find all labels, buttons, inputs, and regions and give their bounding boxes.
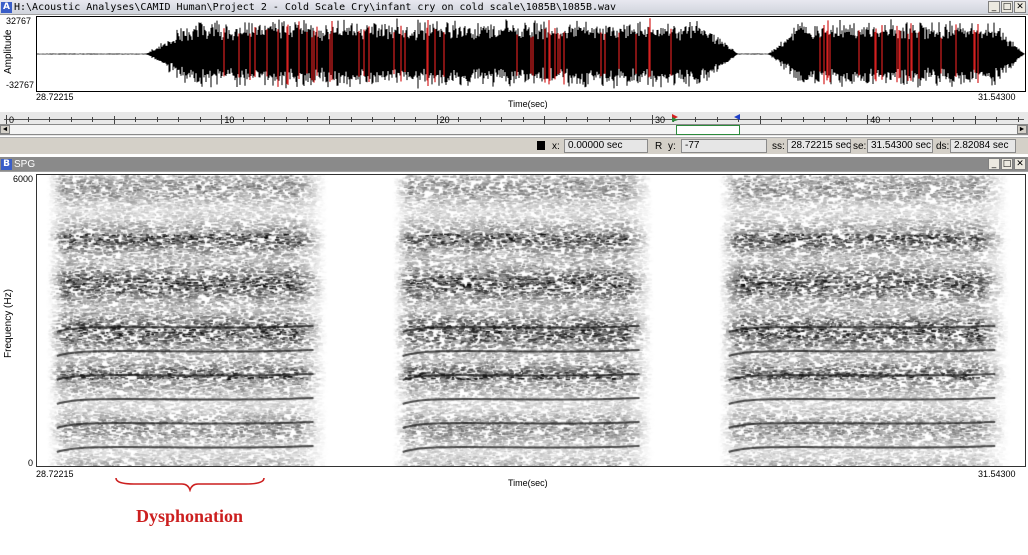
spectrogram-y-bottom: 0: [28, 458, 34, 468]
waveform-svg: [37, 18, 1025, 89]
r-label[interactable]: R: [655, 141, 662, 152]
x-value-field[interactable]: 0.00000 sec: [564, 139, 648, 153]
ss-value-field[interactable]: 28.72215 sec: [787, 139, 851, 153]
spectrogram-y-axis-label: Frequency (Hz): [3, 289, 14, 358]
waveform-y-top: 32767: [6, 16, 32, 26]
waveform-y-bottom: -32767: [6, 80, 35, 90]
spectrogram-x-axis-label: Time(sec): [508, 478, 548, 488]
scrollbar-thumb[interactable]: [676, 125, 740, 135]
selection-markers[interactable]: [0, 112, 1028, 124]
waveform-y-axis-label: Amplitude: [3, 29, 14, 74]
horizontal-scrollbar[interactable]: [0, 124, 1028, 135]
window-b-title: SPG: [14, 158, 36, 170]
se-value-field[interactable]: 31.54300 sec: [867, 139, 933, 153]
record-icon[interactable]: [537, 141, 545, 150]
spg-minimize-button[interactable]: _: [988, 158, 1000, 170]
x-label: x:: [552, 141, 560, 152]
spectrogram-y-top: 6000: [13, 174, 34, 184]
cursor-status-bar: x: 0.00000 sec R y: -77 ss: 28.72215 sec…: [0, 137, 1028, 154]
spectrogram-plot[interactable]: [36, 174, 1026, 467]
dysphonation-annotation: Dysphonation: [136, 506, 244, 526]
close-button[interactable]: ✕: [1014, 1, 1026, 13]
spectrogram-canvas: [37, 175, 1025, 466]
dysphonation-brace: [115, 477, 265, 492]
window-b-badge: B: [1, 158, 12, 170]
y-label: y:: [668, 141, 676, 152]
spg-maximize-button[interactable]: □: [1001, 158, 1013, 170]
y-value-field[interactable]: -77: [681, 139, 767, 153]
ds-value-field[interactable]: 2.82084 sec: [950, 139, 1016, 153]
scroll-right-arrow[interactable]: ►: [1017, 125, 1027, 134]
window-a-title: H:\Acoustic Analyses\CAMID Human\Project…: [14, 1, 617, 13]
waveform-x-end: 31.54300: [978, 92, 1016, 102]
waveform-x-axis-label: Time(sec): [508, 99, 548, 109]
waveform-x-start: 28.72215: [36, 92, 74, 102]
spectrogram-x-end: 31.54300: [978, 469, 1016, 479]
se-label: se:: [853, 141, 867, 152]
ss-label: ss:: [772, 141, 785, 152]
ds-label: ds:: [936, 141, 950, 152]
spectrogram-window-titlebar[interactable]: B SPG _ □ ✕: [0, 157, 1028, 172]
scroll-left-arrow[interactable]: ◄: [0, 125, 10, 134]
minimize-button[interactable]: _: [988, 1, 1000, 13]
waveform-window-titlebar[interactable]: A H:\Acoustic Analyses\CAMID Human\Proje…: [0, 0, 1028, 15]
window-a-badge: A: [1, 1, 12, 13]
spectrogram-x-start: 28.72215: [36, 469, 74, 479]
spg-close-button[interactable]: ✕: [1014, 158, 1026, 170]
waveform-plot[interactable]: [36, 16, 1026, 92]
praat-like-analysis-window: A H:\Acoustic Analyses\CAMID Human\Proje…: [0, 0, 1028, 555]
maximize-button[interactable]: □: [1001, 1, 1013, 13]
